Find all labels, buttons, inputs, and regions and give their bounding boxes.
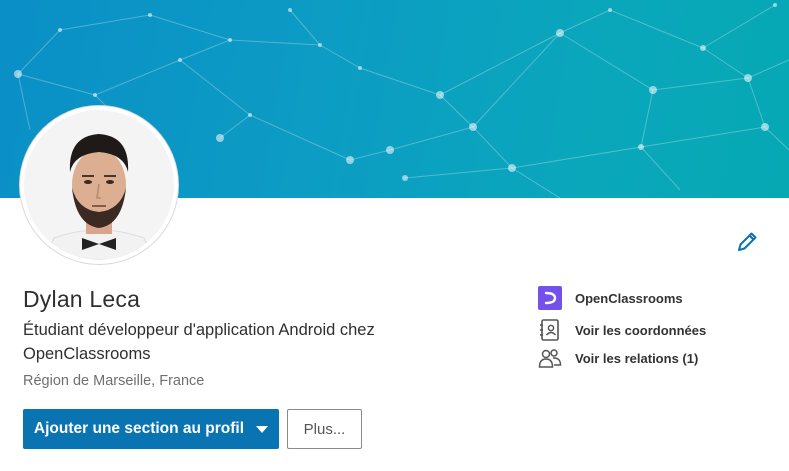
add-profile-section-label: Ajouter une section au profil [33, 420, 245, 437]
more-button[interactable]: Plus... [287, 409, 362, 449]
sidebar-item-label: Voir les coordonnées [575, 322, 707, 338]
sidebar-item-connections[interactable]: Voir les relations (1) [538, 346, 698, 370]
pencil-icon [738, 232, 757, 251]
sidebar-item-company[interactable]: OpenClassrooms [538, 286, 683, 310]
sidebar-item-label: OpenClassrooms [575, 290, 683, 306]
avatar-image [24, 110, 174, 260]
profile-location: Région de Marseille, France [23, 373, 205, 389]
sidebar-item-label: Voir les relations (1) [575, 350, 699, 366]
add-profile-section-button[interactable]: Ajouter une section au profil [23, 409, 279, 449]
edit-profile-button[interactable] [734, 229, 760, 255]
caret-down-icon [256, 425, 269, 433]
profile-photo[interactable] [20, 106, 178, 264]
people-icon [538, 346, 562, 370]
sidebar-item-contact-info[interactable]: Voir les coordonnées [538, 318, 706, 342]
profile-headline: Étudiant développeur d'application Andro… [23, 321, 375, 363]
company-logo-icon [538, 286, 562, 310]
contact-card-icon [538, 318, 562, 342]
profile-name: Dylan Leca [23, 286, 141, 312]
